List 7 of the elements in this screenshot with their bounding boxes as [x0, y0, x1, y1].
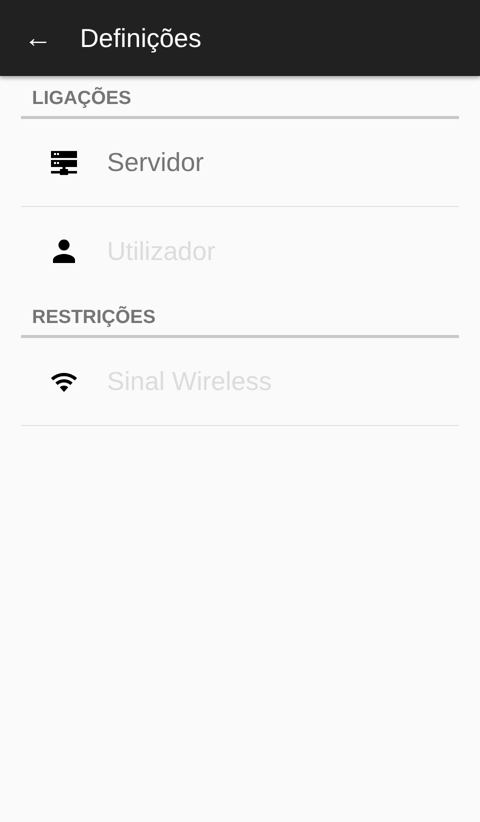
person-icon	[50, 237, 78, 265]
section-header: RESTRIÇÕES	[31, 305, 157, 330]
section-header: LIGAÇÕES	[31, 86, 132, 111]
screen-title: Definições	[80, 22, 202, 54]
server-icon	[50, 148, 78, 176]
back-button[interactable]: ←	[24, 24, 52, 52]
settings-item[interactable]: Servidor	[21, 119, 459, 207]
